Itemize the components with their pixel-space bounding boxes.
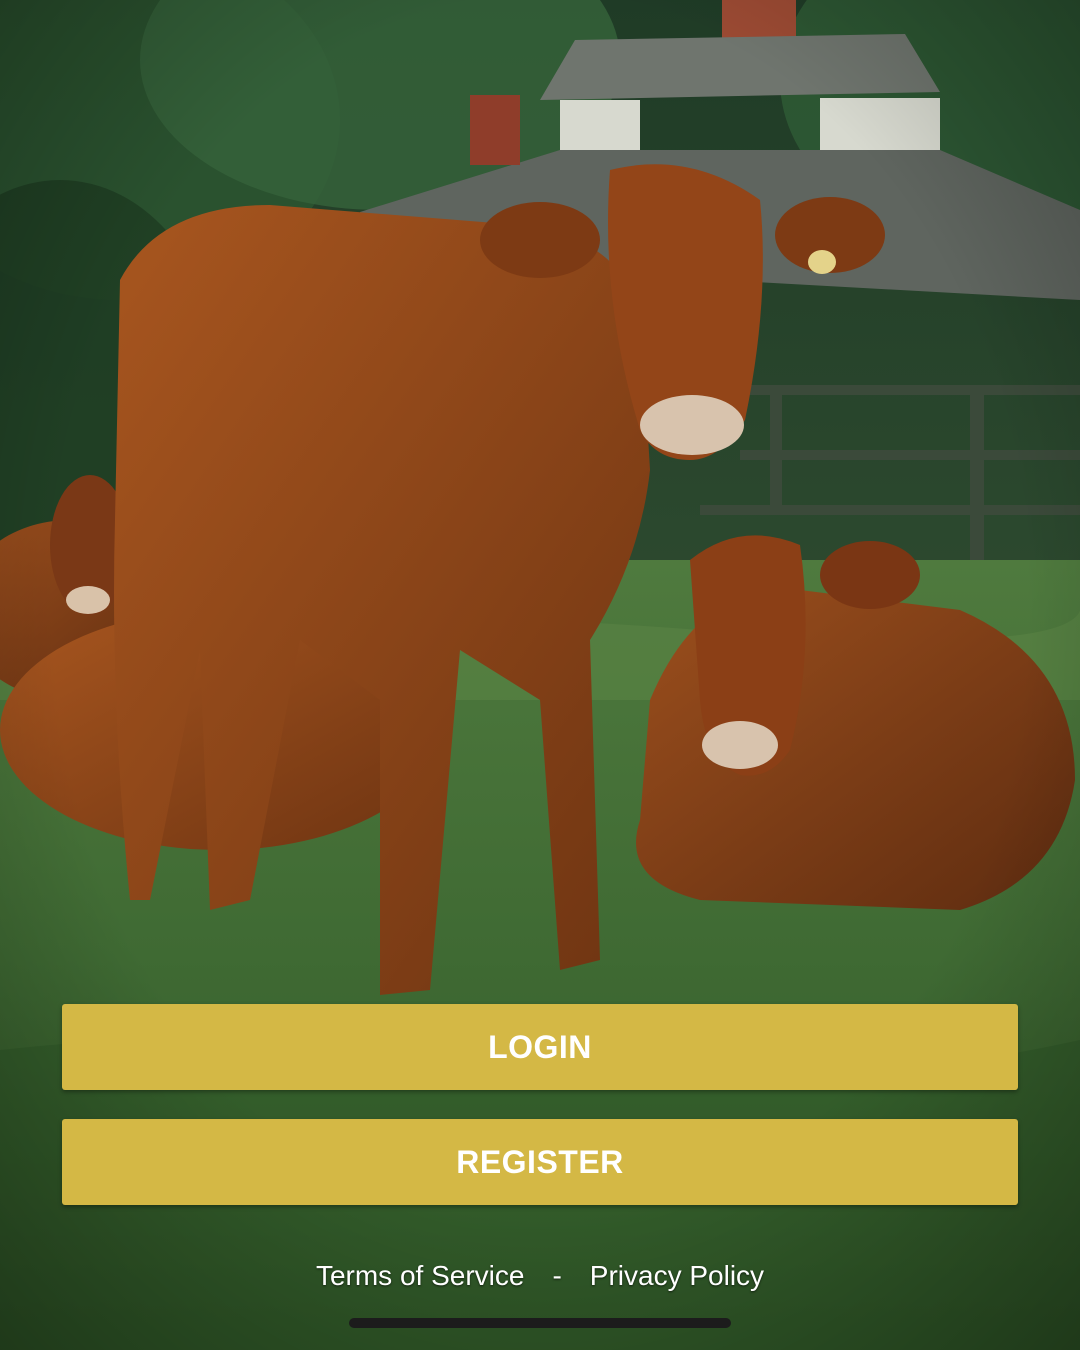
privacy-policy-link[interactable]: Privacy Policy xyxy=(590,1260,764,1292)
home-indicator[interactable] xyxy=(349,1318,731,1328)
legal-links: Terms of Service - Privacy Policy xyxy=(0,1258,1080,1294)
legal-separator: - xyxy=(552,1260,562,1291)
terms-of-service-link[interactable]: Terms of Service xyxy=(316,1260,525,1292)
login-button[interactable]: LOGIN xyxy=(62,1004,1018,1090)
register-button[interactable]: REGISTER xyxy=(62,1119,1018,1205)
welcome-screen: LOGIN REGISTER Terms of Service - Privac… xyxy=(0,0,1080,1350)
